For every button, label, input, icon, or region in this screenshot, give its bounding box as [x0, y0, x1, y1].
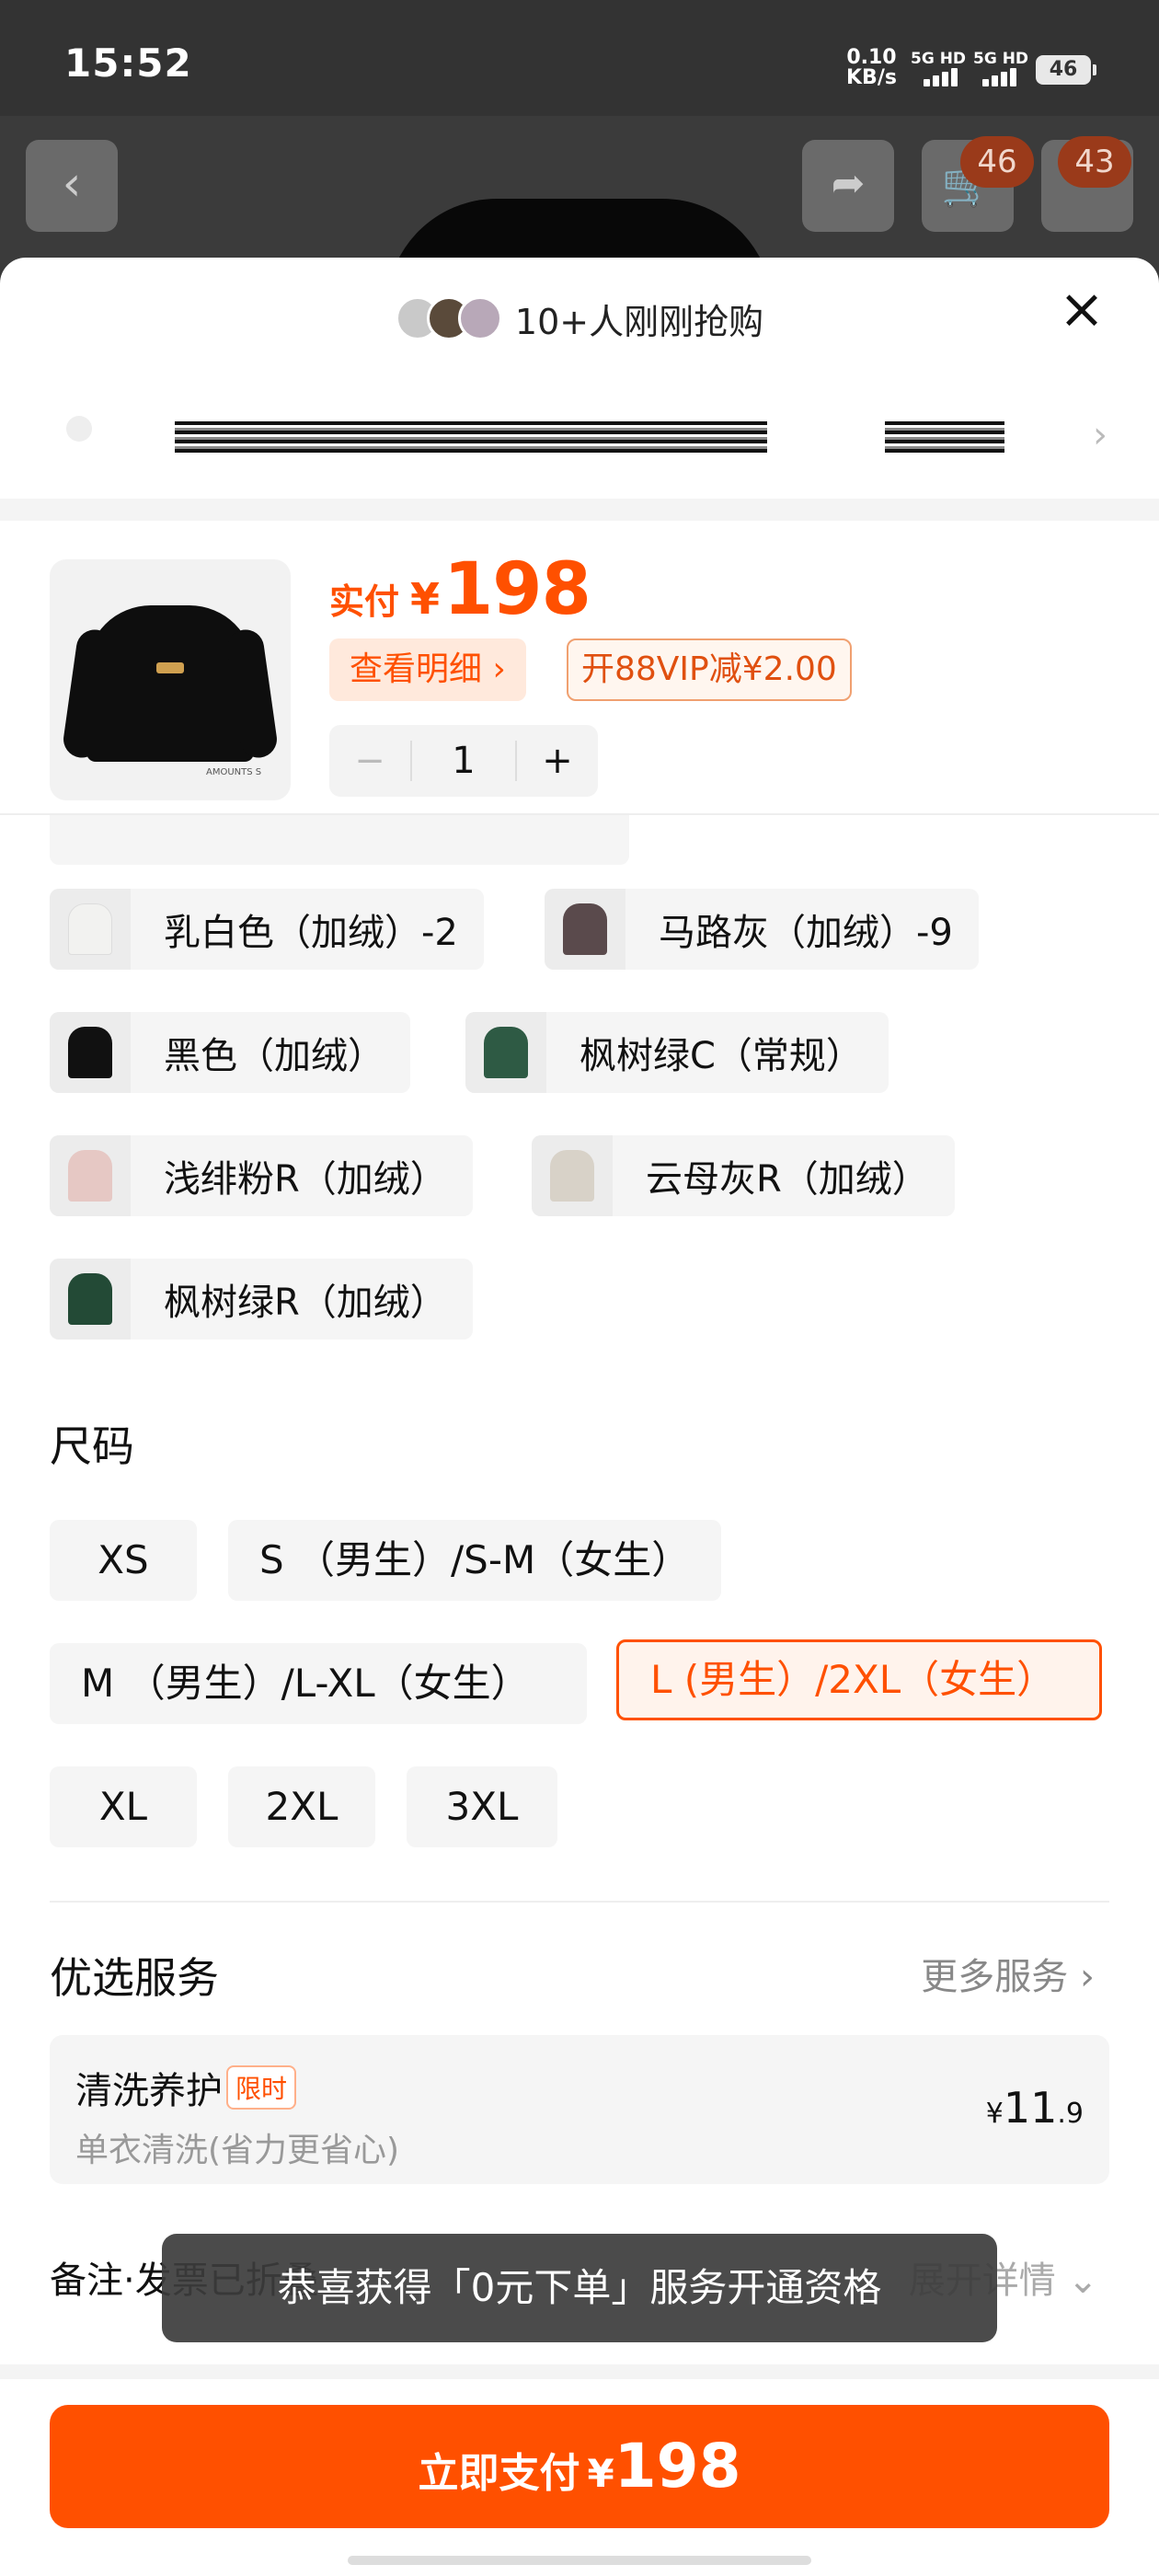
color-label: 枫树绿C（常规） — [580, 1035, 863, 1077]
quantity-stepper: − 1 + — [329, 725, 598, 797]
sku-selection-sheet: 10+人刚刚抢购 × › 乳白色（加绒）-2 马路灰（加绒）-9 黑色（加绒） … — [0, 258, 1159, 2576]
redacted-address — [175, 421, 767, 453]
color-option[interactable]: 枫树绿C（常规） — [465, 1012, 889, 1093]
service-description: 单衣清洗(省力更省心) — [75, 2132, 400, 2169]
quantity-value[interactable]: 1 — [410, 741, 517, 781]
product-page-background: ‹ ➦ 🛒 46 43 — [0, 116, 1159, 263]
color-thumbnail — [465, 1012, 546, 1093]
message-badge: 43 — [1058, 136, 1131, 188]
more-services-link[interactable]: 更多服务 › — [921, 1947, 1095, 2000]
color-label: 乳白色（加绒）-2 — [164, 912, 458, 954]
limited-time-tag: 限时 — [226, 2065, 297, 2110]
color-option[interactable]: 云母灰R（加绒） — [532, 1135, 955, 1216]
color-thumbnail — [532, 1135, 613, 1216]
close-icon[interactable]: × — [1056, 282, 1107, 337]
decrease-button[interactable]: − — [329, 740, 410, 782]
chevron-right-icon: › — [1093, 414, 1107, 456]
signal-icon — [982, 66, 1023, 86]
size-option[interactable]: 2XL — [228, 1766, 375, 1847]
toast-message: 恭喜获得「0元下单」服务开通资格 — [162, 2234, 997, 2342]
section-gap — [0, 499, 1159, 521]
size-option-selected[interactable]: L (男生）/2XL（女生） — [616, 1639, 1102, 1720]
share-icon[interactable]: ➦ — [802, 140, 894, 232]
brand-label: AMOUNTS S — [206, 767, 262, 777]
signal-icon — [924, 66, 964, 86]
price-line: 实付 ¥ 198 — [329, 548, 591, 631]
size-option[interactable]: 3XL — [407, 1766, 557, 1847]
color-option[interactable]: 乳白色（加绒）-2 — [50, 889, 484, 970]
increase-button[interactable]: + — [517, 740, 598, 782]
size-option[interactable]: XL — [50, 1766, 197, 1847]
vip-discount-tag[interactable]: 开88VIP减¥2.00 — [567, 638, 852, 701]
color-thumbnail — [50, 1259, 131, 1340]
pay-now-button[interactable]: 立即支付 ¥198 — [50, 2405, 1109, 2528]
color-label: 马路灰（加绒）-9 — [659, 912, 953, 954]
service-card[interactable]: 清洗养护 限时 单衣清洗(省力更省心) ¥11.9 — [50, 2035, 1109, 2184]
address-row[interactable]: › — [0, 396, 1159, 488]
size-option[interactable]: S （男生）/S-M（女生） — [228, 1520, 722, 1601]
recent-buyers: 10+人刚刚抢购 — [0, 291, 1159, 346]
size-section-title: 尺码 — [50, 1421, 134, 1471]
avatar — [457, 296, 502, 340]
color-label: 浅绯粉R（加绒） — [164, 1158, 447, 1201]
color-label: 云母灰R（加绒） — [646, 1158, 929, 1201]
product-thumbnail[interactable]: AMOUNTS S — [50, 559, 291, 800]
sim2-label: 5G HD — [973, 50, 1029, 68]
sweatshirt-image — [86, 605, 254, 762]
status-bar: 15:52 0.10 KB/s 5G HD 5G HD 46 — [0, 0, 1159, 116]
color-thumbnail — [50, 1012, 131, 1093]
footer-gap — [0, 2364, 1159, 2379]
size-option[interactable]: M （男生）/L-XL（女生） — [50, 1643, 587, 1724]
service-name-row: 清洗养护 限时 — [75, 2061, 297, 2114]
back-icon[interactable]: ‹ — [26, 140, 118, 232]
service-price: ¥11.9 — [985, 2083, 1084, 2133]
divider — [50, 1901, 1109, 1903]
status-time: 15:52 — [64, 40, 192, 86]
size-option[interactable]: XS — [50, 1520, 197, 1601]
buyers-text: 10+人刚刚抢购 — [514, 301, 764, 342]
buyer-avatars — [395, 296, 502, 340]
color-thumbnail — [50, 889, 131, 970]
color-option[interactable]: 枫树绿R（加绒） — [50, 1259, 473, 1340]
color-label: 枫树绿R（加绒） — [164, 1282, 447, 1324]
color-option[interactable]: 黑色（加绒） — [50, 1012, 410, 1093]
color-option[interactable]: 马路灰（加绒）-9 — [545, 889, 979, 970]
color-option[interactable]: 浅绯粉R（加绒） — [50, 1135, 473, 1216]
home-indicator — [348, 2556, 811, 2565]
color-option-partial[interactable] — [50, 810, 629, 865]
price-value: 198 — [443, 548, 591, 631]
price-label: 实付 — [329, 581, 400, 622]
service-name: 清洗养护 — [75, 2070, 223, 2112]
location-icon — [66, 416, 92, 442]
product-hero-image — [386, 199, 773, 263]
cart-badge: 46 — [960, 136, 1034, 188]
color-thumbnail — [545, 889, 625, 970]
network-speed: 0.10 KB/s — [846, 46, 897, 89]
battery-icon: 46 — [1036, 55, 1096, 85]
product-summary: AMOUNTS S 实付 ¥ 198 查看明细 › 开88VIP减¥2.00 −… — [0, 521, 1159, 815]
view-detail-button[interactable]: 查看明细 › — [329, 638, 526, 701]
color-thumbnail — [50, 1135, 131, 1216]
service-section-title: 优选服务 — [50, 1953, 219, 2003]
shirt-logo — [156, 662, 184, 673]
sim1-label: 5G HD — [911, 50, 967, 68]
price-currency: ¥ — [410, 574, 441, 624]
redacted-address — [885, 421, 1004, 453]
color-label: 黑色（加绒） — [164, 1035, 384, 1077]
